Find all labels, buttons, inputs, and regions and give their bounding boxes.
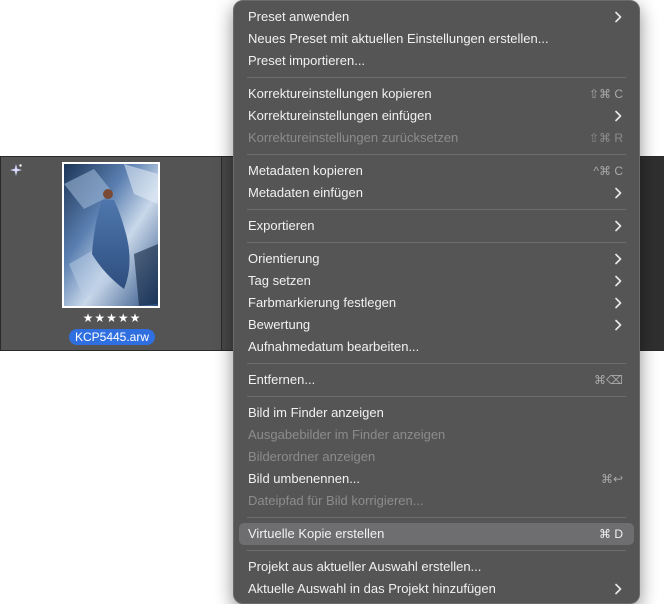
menu-separator <box>247 517 626 518</box>
menu-item-label: Orientierung <box>248 251 320 266</box>
menu-item-label: Bild umbenennen... <box>248 471 361 486</box>
menu-item-shortcut: ⌘ D <box>599 527 623 541</box>
chevron-right-icon <box>615 275 622 287</box>
menu-item-aufnahmedatum[interactable]: Aufnahmedatum bearbeiten... <box>239 336 634 358</box>
chevron-right-icon <box>615 583 622 595</box>
rating-stars[interactable]: ★★★★★ <box>1 311 223 325</box>
chevron-right-icon <box>615 253 622 265</box>
menu-item-preset-anwenden[interactable]: Preset anwenden <box>239 6 634 28</box>
menu-item-orientierung[interactable]: Orientierung <box>239 248 634 270</box>
menu-item-shortcut: ⇧⌘ R <box>588 131 623 145</box>
menu-item-farbmarkierung[interactable]: Farbmarkierung festlegen <box>239 292 634 314</box>
menu-item-label: Aktuelle Auswahl in das Projekt hinzufüg… <box>248 581 496 596</box>
menu-item-label: Exportieren <box>248 218 315 233</box>
menu-item-entfernen[interactable]: Entfernen... ⌘⌫ <box>239 369 634 391</box>
menu-item-korrektur-zuruecksetzen[interactable]: Korrektureinstellungen zurücksetzen ⇧⌘ R <box>239 127 634 149</box>
menu-item-bild-im-finder[interactable]: Bild im Finder anzeigen <box>239 402 634 424</box>
menu-item-label: Korrektureinstellungen zurücksetzen <box>248 130 459 145</box>
menu-item-label: Korrektureinstellungen kopieren <box>248 86 432 101</box>
menu-item-metadaten-einfuegen[interactable]: Metadaten einfügen <box>239 182 634 204</box>
menu-item-label: Virtuelle Kopie erstellen <box>248 526 385 541</box>
menu-item-label: Metadaten kopieren <box>248 163 363 178</box>
filename-label[interactable]: KCP5445.arw <box>69 329 155 345</box>
menu-item-shortcut: ^⌘ C <box>593 164 623 178</box>
menu-item-shortcut: ⌘↩ <box>600 472 623 486</box>
menu-item-label: Tag setzen <box>248 273 311 288</box>
menu-separator <box>247 77 626 78</box>
chevron-right-icon <box>615 11 622 23</box>
menu-item-label: Korrektureinstellungen einfügen <box>248 108 432 123</box>
menu-item-label: Bilderordner anzeigen <box>248 449 376 464</box>
menu-item-label: Bewertung <box>248 317 311 332</box>
filmstrip-edge <box>636 157 664 350</box>
menu-item-tag-setzen[interactable]: Tag setzen <box>239 270 634 292</box>
menu-item-label: Aufnahmedatum bearbeiten... <box>248 339 420 354</box>
menu-item-label: Entfernen... <box>248 372 316 387</box>
menu-item-ausgabebilder-finder[interactable]: Ausgabebilder im Finder anzeigen <box>239 424 634 446</box>
menu-item-korrektur-kopieren[interactable]: Korrektureinstellungen kopieren ⇧⌘ C <box>239 83 634 105</box>
menu-item-label: Preset importieren... <box>248 53 366 68</box>
photo-thumbnail[interactable] <box>62 162 160 308</box>
sparkle-icon <box>10 164 22 176</box>
menu-item-label: Neues Preset mit aktuellen Einstellungen… <box>248 31 549 46</box>
chevron-right-icon <box>615 319 622 331</box>
menu-separator <box>247 396 626 397</box>
menu-item-shortcut: ⇧⌘ C <box>588 87 623 101</box>
menu-item-dateipfad[interactable]: Dateipfad für Bild korrigieren... <box>239 490 634 512</box>
menu-item-korrektur-einfuegen[interactable]: Korrektureinstellungen einfügen <box>239 105 634 127</box>
menu-item-bewertung[interactable]: Bewertung <box>239 314 634 336</box>
chevron-right-icon <box>615 110 622 122</box>
menu-item-label: Ausgabebilder im Finder anzeigen <box>248 427 446 442</box>
menu-item-metadaten-kopieren[interactable]: Metadaten kopieren ^⌘ C <box>239 160 634 182</box>
chevron-right-icon <box>615 187 622 199</box>
menu-item-virtuelle-kopie[interactable]: Virtuelle Kopie erstellen ⌘ D <box>239 523 634 545</box>
menu-item-label: Projekt aus aktueller Auswahl erstellen.… <box>248 559 482 574</box>
menu-separator <box>247 363 626 364</box>
filmstrip-cell-selected[interactable]: ★★★★★ KCP5445.arw <box>0 157 222 350</box>
menu-separator <box>247 209 626 210</box>
menu-item-label: Preset anwenden <box>248 9 350 24</box>
menu-item-label: Bild im Finder anzeigen <box>248 405 384 420</box>
menu-item-preset-importieren[interactable]: Preset importieren... <box>239 50 634 72</box>
menu-item-label: Dateipfad für Bild korrigieren... <box>248 493 424 508</box>
photo-image <box>64 164 158 306</box>
menu-item-exportieren[interactable]: Exportieren <box>239 215 634 237</box>
chevron-right-icon <box>615 220 622 232</box>
menu-item-label: Metadaten einfügen <box>248 185 363 200</box>
menu-separator <box>247 242 626 243</box>
menu-item-projekt-erstellen[interactable]: Projekt aus aktueller Auswahl erstellen.… <box>239 556 634 578</box>
menu-item-label: Farbmarkierung festlegen <box>248 295 397 310</box>
menu-item-neues-preset[interactable]: Neues Preset mit aktuellen Einstellungen… <box>239 28 634 50</box>
menu-item-bild-umbenennen[interactable]: Bild umbenennen... ⌘↩ <box>239 468 634 490</box>
menu-item-bilderordner[interactable]: Bilderordner anzeigen <box>239 446 634 468</box>
menu-item-auswahl-hinzufuegen[interactable]: Aktuelle Auswahl in das Projekt hinzufüg… <box>239 578 634 600</box>
menu-separator <box>247 550 626 551</box>
menu-separator <box>247 154 626 155</box>
menu-item-shortcut: ⌘⌫ <box>594 373 623 387</box>
context-menu: Preset anwenden Neues Preset mit aktuell… <box>233 0 640 604</box>
chevron-right-icon <box>615 297 622 309</box>
